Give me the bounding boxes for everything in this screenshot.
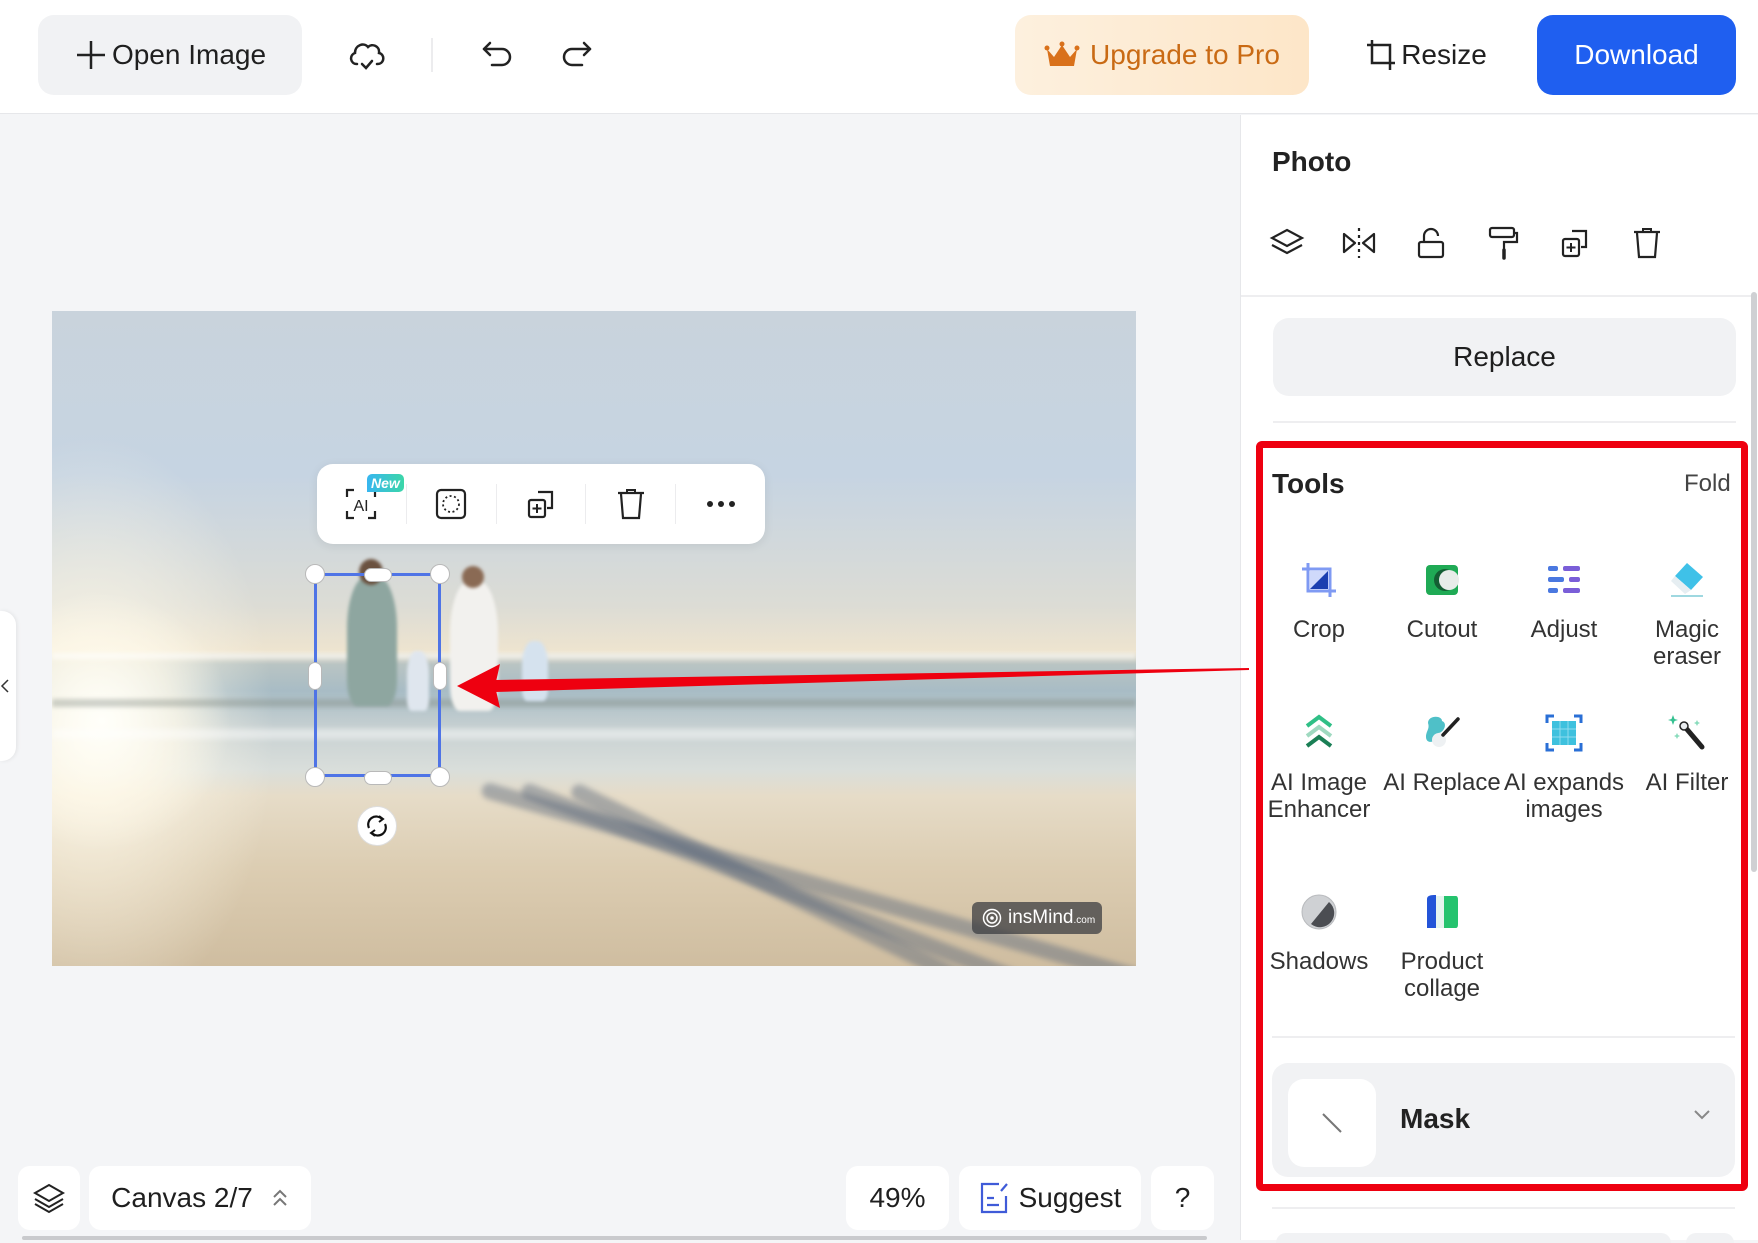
next-section-control[interactable] bbox=[1686, 1233, 1734, 1243]
panel-divider bbox=[1272, 1207, 1735, 1209]
open-image-button[interactable]: Open Image bbox=[38, 15, 302, 95]
upgrade-to-pro-button[interactable]: Upgrade to Pro bbox=[1015, 15, 1309, 95]
ai-label: AI bbox=[354, 498, 369, 515]
wave-line bbox=[52, 699, 1136, 707]
double-chevron-up-icon bbox=[271, 1187, 289, 1209]
resize-handle-bottom-left[interactable] bbox=[305, 767, 325, 787]
resize-handle-top[interactable] bbox=[364, 568, 392, 582]
zoom-level-button[interactable]: 49% bbox=[846, 1166, 949, 1230]
layer-order-button[interactable] bbox=[1263, 218, 1311, 268]
watermark: insMind.com bbox=[972, 902, 1102, 934]
paint-roller-icon bbox=[1487, 225, 1519, 261]
layers-icon bbox=[32, 1181, 66, 1215]
sidebar-scrollbar[interactable] bbox=[1751, 292, 1757, 872]
top-toolbar: Open Image Upgrade to Pro Resize Downloa… bbox=[0, 0, 1758, 114]
wave-line bbox=[52, 729, 1136, 739]
lock-button[interactable] bbox=[1407, 218, 1455, 268]
man-head bbox=[462, 566, 484, 588]
resize-button[interactable]: Resize bbox=[1358, 15, 1494, 95]
highlight-box bbox=[1256, 441, 1748, 1191]
next-section-control[interactable] bbox=[1276, 1233, 1671, 1243]
selection-box[interactable] bbox=[314, 573, 441, 777]
rotate-icon bbox=[364, 813, 390, 839]
delete-button[interactable] bbox=[586, 464, 675, 544]
unlock-icon bbox=[1416, 226, 1446, 260]
ai-select-icon: AI bbox=[344, 487, 378, 521]
resize-handle-bottom-right[interactable] bbox=[430, 767, 450, 787]
resize-handle-bottom[interactable] bbox=[364, 771, 392, 785]
flip-icon bbox=[1341, 225, 1377, 261]
toolbar-divider bbox=[431, 38, 433, 72]
sun-glare bbox=[52, 591, 232, 851]
replace-button[interactable]: Replace bbox=[1273, 318, 1736, 396]
watermark-suffix: .com bbox=[1073, 915, 1096, 926]
trash-icon bbox=[1632, 226, 1662, 260]
new-badge: New bbox=[367, 474, 404, 492]
download-button[interactable]: Download bbox=[1537, 15, 1736, 95]
undo-icon[interactable] bbox=[473, 31, 521, 79]
duplicate-icon bbox=[525, 488, 557, 520]
photo-actions bbox=[1263, 218, 1671, 268]
resize-handle-top-left[interactable] bbox=[305, 564, 325, 584]
upgrade-label: Upgrade to Pro bbox=[1090, 39, 1280, 70]
panel-divider bbox=[1241, 295, 1751, 297]
more-button[interactable] bbox=[676, 464, 765, 544]
help-button[interactable]: ? bbox=[1151, 1166, 1214, 1230]
wave-line bbox=[52, 653, 1136, 659]
mask-select-button[interactable] bbox=[407, 464, 496, 544]
canvas-photo[interactable]: insMind.com bbox=[52, 311, 1136, 966]
element-floating-toolbar: AI New bbox=[317, 464, 765, 544]
more-icon bbox=[706, 500, 736, 508]
suggest-button[interactable]: Suggest bbox=[959, 1166, 1141, 1230]
panel-title: Photo bbox=[1272, 146, 1352, 177]
mask-select-icon bbox=[435, 488, 467, 520]
resize-handle-top-right[interactable] bbox=[430, 564, 450, 584]
insmind-logo-icon bbox=[982, 908, 1002, 928]
man-figure bbox=[450, 581, 498, 711]
suggest-label: Suggest bbox=[1018, 1182, 1122, 1213]
left-panel-toggle[interactable] bbox=[0, 611, 16, 761]
resize-handle-left[interactable] bbox=[308, 662, 322, 690]
delete-icon bbox=[616, 487, 646, 521]
duplicate-button[interactable] bbox=[497, 464, 586, 544]
feedback-icon bbox=[979, 1181, 1009, 1215]
delete-button[interactable] bbox=[1623, 218, 1671, 268]
crop-resize-icon bbox=[1365, 38, 1397, 72]
redo-icon[interactable] bbox=[553, 31, 601, 79]
horizontal-scrollbar[interactable] bbox=[22, 1236, 1207, 1240]
watermark-brand: insMind bbox=[1008, 907, 1074, 928]
layers-button[interactable] bbox=[18, 1166, 80, 1230]
resize-handle-right[interactable] bbox=[433, 662, 447, 690]
ai-select-button[interactable]: AI New bbox=[317, 464, 406, 544]
child-figure bbox=[522, 641, 548, 701]
duplicate-icon bbox=[1559, 227, 1591, 259]
flip-button[interactable] bbox=[1335, 218, 1383, 268]
canvas-page-label: Canvas 2/7 bbox=[111, 1182, 253, 1213]
format-painter-button[interactable] bbox=[1479, 218, 1527, 268]
rotate-handle[interactable] bbox=[357, 806, 397, 846]
panel-divider bbox=[1273, 421, 1736, 423]
crown-icon bbox=[1044, 40, 1080, 70]
person-shadow bbox=[568, 781, 1136, 966]
resize-label: Resize bbox=[1401, 39, 1487, 70]
plus-icon bbox=[74, 38, 108, 72]
open-image-label: Open Image bbox=[111, 39, 267, 70]
layers-icon bbox=[1269, 226, 1305, 260]
cloud-saved-icon[interactable] bbox=[343, 31, 391, 79]
chevron-left-icon bbox=[0, 676, 10, 696]
canvas-pages-button[interactable]: Canvas 2/7 bbox=[89, 1166, 311, 1230]
duplicate-button[interactable] bbox=[1551, 218, 1599, 268]
